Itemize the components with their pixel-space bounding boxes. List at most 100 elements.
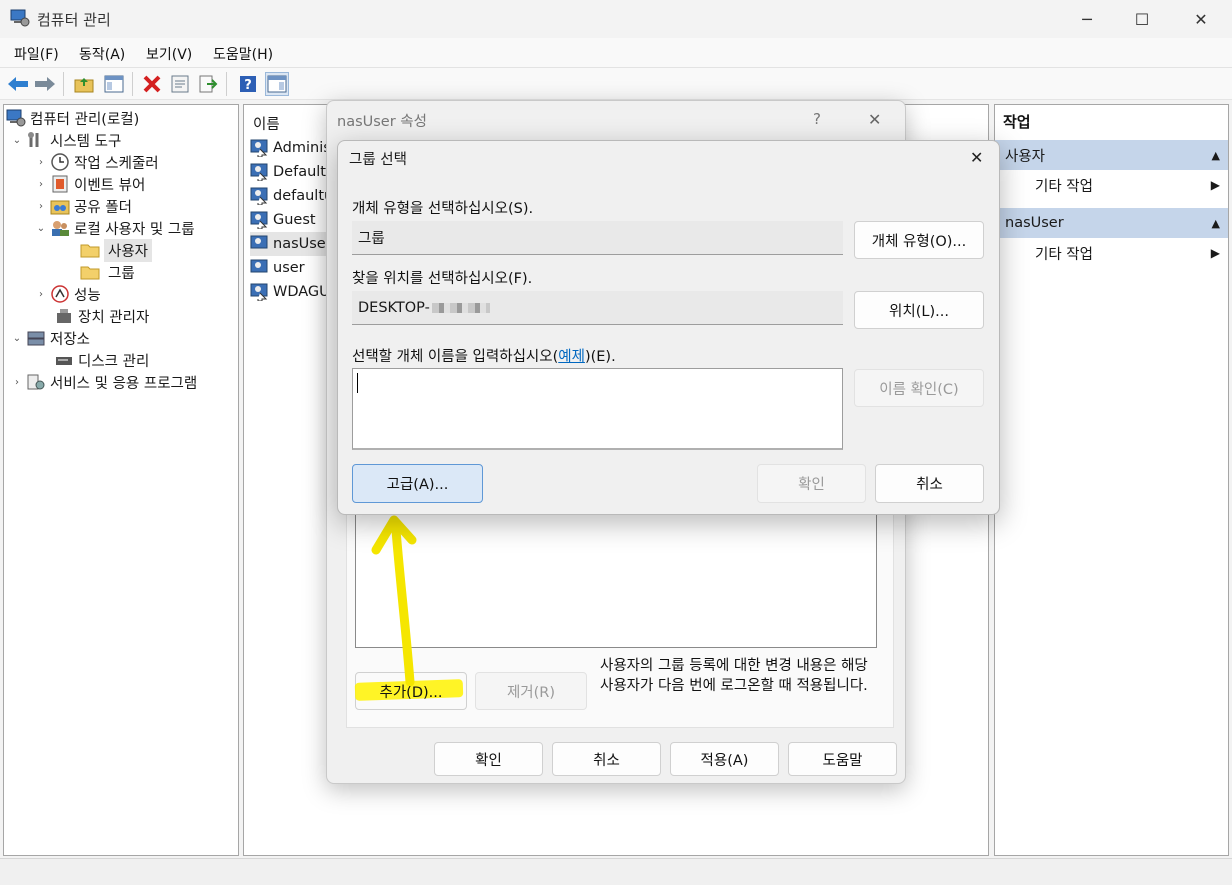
user-icon	[250, 259, 270, 277]
examples-link[interactable]: 예제	[558, 349, 585, 365]
ok-button[interactable]: 확인	[434, 742, 543, 776]
tree-item-root[interactable]: 컴퓨터 관리(로컬)	[4, 107, 238, 129]
redacted-blur	[431, 302, 490, 313]
tree-item-services-apps[interactable]: › 서비스 및 응용 프로그램	[4, 371, 238, 393]
folder-icon	[80, 263, 100, 281]
action-section-label: nasUser	[1005, 215, 1064, 231]
column-header-name[interactable]: 이름	[253, 113, 280, 134]
menu-file[interactable]: 파일(F)	[14, 44, 59, 64]
window-title: 컴퓨터 관리	[37, 11, 111, 29]
action-more-actions[interactable]: 기타 작업 ▶	[995, 170, 1228, 200]
delete-icon[interactable]	[140, 72, 164, 96]
action-section-users[interactable]: 사용자 ▲	[995, 140, 1228, 170]
toolbar-separator	[132, 72, 133, 96]
action-section-nasuser[interactable]: nasUser ▲	[995, 208, 1228, 238]
locations-button[interactable]: 위치(L)...	[854, 291, 984, 329]
location-value: DESKTOP-	[358, 299, 430, 316]
export-icon[interactable]	[196, 72, 220, 96]
properties-close-button[interactable]: ✕	[868, 110, 881, 129]
menu-action[interactable]: 동작(A)	[79, 44, 125, 64]
disk-icon	[54, 351, 74, 369]
back-arrow-icon[interactable]	[6, 72, 30, 96]
list-item[interactable]: Guest	[250, 208, 336, 232]
user-icon	[250, 139, 270, 158]
tree-label: 저장소	[50, 331, 91, 348]
list-item[interactable]: DefaultA	[250, 160, 336, 184]
chevron-down-icon[interactable]: ⌄	[12, 333, 22, 344]
properties-icon[interactable]	[168, 72, 192, 96]
chevron-down-icon[interactable]: ⌄	[36, 223, 46, 234]
submenu-arrow-icon: ▶	[1210, 246, 1220, 260]
user-name: Guest	[273, 212, 316, 228]
advanced-button[interactable]: 고급(A)...	[352, 464, 483, 503]
tree-item-event-viewer[interactable]: › 이벤트 뷰어	[4, 173, 238, 195]
tree-item-performance[interactable]: › 성능	[4, 283, 238, 305]
chevron-right-icon[interactable]: ›	[12, 377, 22, 388]
computer-management-icon	[6, 109, 26, 127]
action-label: 기타 작업	[1035, 246, 1093, 263]
tree-item-users[interactable]: 사용자	[4, 238, 238, 262]
collapse-up-icon[interactable]: ▲	[1212, 217, 1220, 230]
label-text: 선택할 개체 이름을 입력하십시오(	[352, 349, 559, 365]
menu-help[interactable]: 도움말(H)	[213, 44, 273, 64]
help-question-button[interactable]: ?	[813, 110, 821, 128]
help-icon[interactable]: ?	[236, 72, 260, 96]
select-ok-button[interactable]: 확인	[757, 464, 866, 503]
user-icon	[250, 187, 270, 206]
forward-arrow-icon[interactable]	[33, 72, 57, 96]
chevron-down-icon[interactable]: ⌄	[12, 135, 22, 146]
minimize-button[interactable]: ─	[1058, 0, 1116, 38]
close-button[interactable]: ✕	[1172, 0, 1230, 38]
action-section-label: 사용자	[1005, 148, 1046, 165]
toolbar-separator	[63, 72, 64, 96]
select-group-dialog-title: 그룹 선택	[349, 152, 407, 168]
enter-names-label: 선택할 개체 이름을 입력하십시오(예제)(E).	[352, 345, 616, 366]
tree-item-system-tools[interactable]: ⌄ 시스템 도구	[4, 129, 238, 151]
action-pane-icon[interactable]	[265, 72, 289, 96]
object-types-button[interactable]: 개체 유형(O)...	[854, 221, 984, 259]
list-item[interactable]: WDAGU	[250, 280, 336, 304]
apply-button[interactable]: 적용(A)	[670, 742, 779, 776]
tree-item-disk-management[interactable]: 디스크 관리	[4, 349, 238, 371]
select-group-close-button[interactable]: ✕	[970, 148, 983, 167]
menu-view[interactable]: 보기(V)	[146, 44, 192, 64]
check-names-button[interactable]: 이름 확인(C)	[854, 369, 984, 407]
show-hide-tree-icon[interactable]	[102, 72, 126, 96]
user-name: user	[273, 260, 305, 276]
services-icon	[26, 373, 46, 391]
maximize-button[interactable]: ☐	[1113, 0, 1171, 38]
remove-group-button[interactable]: 제거(R)	[475, 672, 587, 710]
list-item-selected[interactable]: nasUser	[250, 232, 337, 256]
tree-item-storage[interactable]: ⌄ 저장소	[4, 327, 238, 349]
chevron-right-icon[interactable]: ›	[36, 201, 46, 212]
list-item[interactable]: Administ	[250, 136, 336, 160]
cancel-button[interactable]: 취소	[552, 742, 661, 776]
tree-item-task-scheduler[interactable]: › 작업 스케줄러	[4, 151, 238, 173]
button-label: 추가(D)...	[379, 684, 443, 701]
select-cancel-button[interactable]: 취소	[875, 464, 984, 503]
list-item[interactable]: defaultu	[250, 184, 336, 208]
performance-icon	[50, 285, 70, 303]
member-of-list[interactable]	[355, 505, 877, 648]
tree-label: 작업 스케줄러	[74, 155, 159, 172]
object-names-input[interactable]	[352, 368, 843, 450]
chevron-right-icon[interactable]: ›	[36, 157, 46, 168]
text-caret	[357, 373, 358, 393]
tree-item-groups[interactable]: 그룹	[4, 261, 238, 283]
chevron-right-icon[interactable]: ›	[36, 179, 46, 190]
help-button[interactable]: 도움말	[788, 742, 897, 776]
tree-label: 컴퓨터 관리(로컬)	[30, 111, 140, 128]
user-name: nasUser	[273, 236, 332, 252]
up-folder-icon[interactable]	[72, 72, 96, 96]
tree-item-shared-folders[interactable]: › 공유 폴더	[4, 195, 238, 217]
action-more-actions[interactable]: 기타 작업 ▶	[995, 238, 1228, 268]
tree-item-device-manager[interactable]: 장치 관리자	[4, 305, 238, 327]
clock-icon	[50, 153, 70, 171]
collapse-up-icon[interactable]: ▲	[1212, 149, 1220, 162]
user-name: WDAGU	[273, 284, 330, 300]
chevron-right-icon[interactable]: ›	[36, 289, 46, 300]
tools-icon	[26, 131, 46, 149]
tree-item-local-users-groups[interactable]: ⌄ 로컬 사용자 및 그룹	[4, 217, 238, 239]
tree-label: 디스크 관리	[78, 353, 150, 370]
list-item[interactable]: user	[250, 256, 336, 280]
